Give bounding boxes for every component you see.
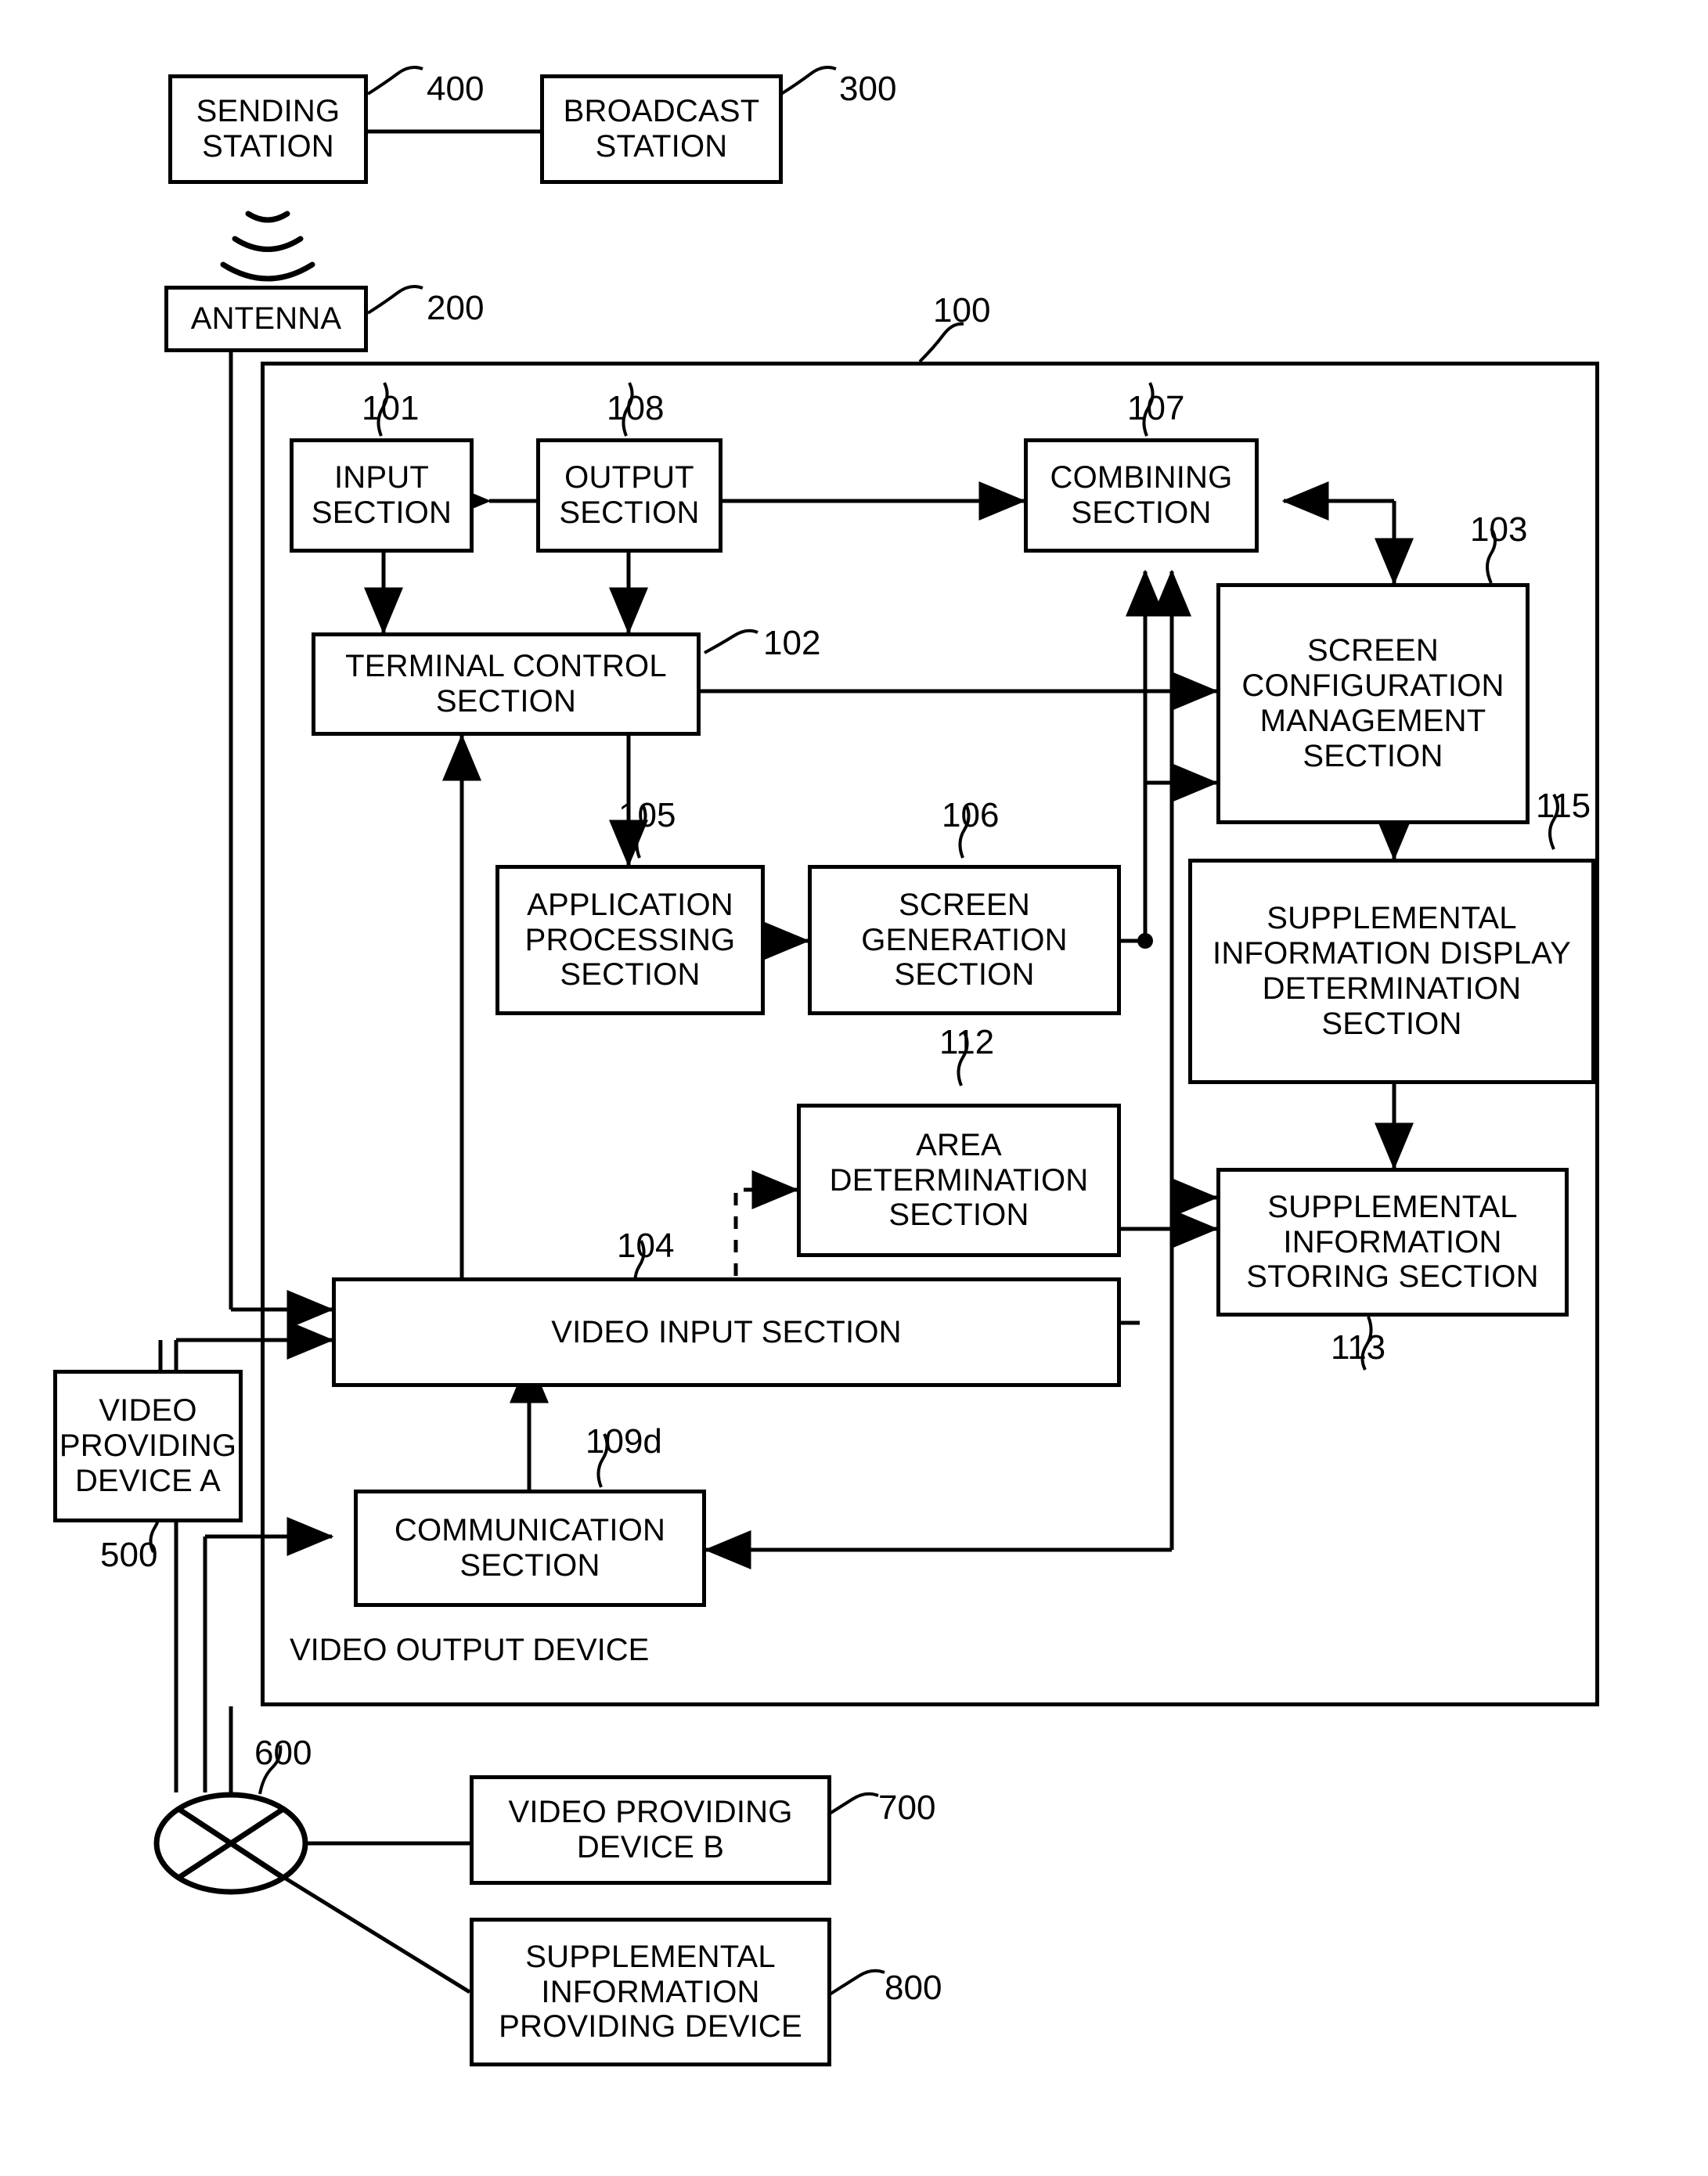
supp-provider-line1: SUPPLEMENTAL xyxy=(525,1939,776,1974)
video-provider-b-line1: VIDEO PROVIDING xyxy=(508,1795,793,1830)
sending-station-line1: SENDING xyxy=(196,94,341,129)
supp-provider-line2: INFORMATION xyxy=(541,1974,760,2009)
block-sending-station[interactable]: SENDING STATION xyxy=(168,74,368,184)
ref-300: 300 xyxy=(839,70,897,108)
combining-section-line2: SECTION xyxy=(1071,495,1212,530)
ref-500: 500 xyxy=(100,1536,158,1574)
block-output-section[interactable]: OUTPUT SECTION xyxy=(536,438,722,553)
supp-storing-line1: SUPPLEMENTAL xyxy=(1267,1189,1518,1224)
screen-config-line2: CONFIGURATION xyxy=(1241,668,1504,704)
ref-115: 115 xyxy=(1536,787,1591,825)
input-section-line1: INPUT xyxy=(333,460,429,495)
block-supplemental-information-display-determination-section[interactable]: SUPPLEMENTAL INFORMATION DISPLAY DETERMI… xyxy=(1188,859,1595,1084)
ref-109d: 109d xyxy=(586,1422,662,1461)
block-input-section[interactable]: INPUT SECTION xyxy=(290,438,474,553)
area-determination-line3: SECTION xyxy=(888,1198,1029,1233)
video-input-label: VIDEO INPUT SECTION xyxy=(551,1314,902,1349)
output-section-line2: SECTION xyxy=(559,495,700,530)
block-communication-section[interactable]: COMMUNICATION SECTION xyxy=(354,1490,706,1607)
block-application-processing-section[interactable]: APPLICATION PROCESSING SECTION xyxy=(495,865,765,1015)
block-screen-configuration-management-section[interactable]: SCREEN CONFIGURATION MANAGEMENT SECTION xyxy=(1216,583,1530,824)
block-video-providing-device-b[interactable]: VIDEO PROVIDING DEVICE B xyxy=(470,1775,831,1885)
diagram-canvas: SENDING STATION 400 BROADCAST STATION 30… xyxy=(0,0,1708,2176)
video-provider-a-line1: VIDEO xyxy=(99,1393,197,1428)
ref-112: 112 xyxy=(939,1023,995,1061)
block-supplemental-information-storing-section[interactable]: SUPPLEMENTAL INFORMATION STORING SECTION xyxy=(1216,1168,1569,1317)
block-area-determination-section[interactable]: AREA DETERMINATION SECTION xyxy=(797,1104,1121,1257)
block-screen-generation-section[interactable]: SCREEN GENERATION SECTION xyxy=(808,865,1121,1015)
app-processing-line2: PROCESSING xyxy=(524,922,736,957)
broadcast-station-line2: STATION xyxy=(595,129,728,164)
block-combining-section[interactable]: COMBINING SECTION xyxy=(1024,438,1259,553)
sending-station-line2: STATION xyxy=(202,129,334,164)
video-provider-a-line3: DEVICE A xyxy=(74,1463,222,1498)
ref-600: 600 xyxy=(254,1734,312,1772)
video-provider-b-line2: DEVICE B xyxy=(576,1830,725,1864)
input-section-line2: SECTION xyxy=(311,495,452,530)
antenna-label: ANTENNA xyxy=(190,301,342,337)
ref-106: 106 xyxy=(942,796,1000,834)
ref-102: 102 xyxy=(763,624,821,662)
app-processing-line3: SECTION xyxy=(560,957,701,993)
screen-config-line3: MANAGEMENT xyxy=(1259,704,1486,738)
block-video-providing-device-a[interactable]: VIDEO PROVIDING DEVICE A xyxy=(53,1370,243,1522)
communication-line2: SECTION xyxy=(459,1548,600,1583)
combining-section-line1: COMBINING xyxy=(1050,460,1233,495)
supp-display-line2: INFORMATION DISPLAY xyxy=(1213,936,1571,971)
terminal-control-line2: SECTION xyxy=(435,684,577,719)
video-provider-a-line2: PROVIDING xyxy=(59,1428,237,1464)
supp-display-line3: DETERMINATION xyxy=(1262,971,1522,1006)
ref-100: 100 xyxy=(933,291,991,330)
communication-line1: COMMUNICATION xyxy=(394,1513,666,1548)
ref-113: 113 xyxy=(1331,1328,1386,1367)
ref-200: 200 xyxy=(427,289,485,327)
supp-display-line4: SECTION xyxy=(1321,1006,1462,1041)
screen-generation-line2: GENERATION xyxy=(861,922,1068,957)
area-determination-line1: AREA xyxy=(916,1127,1002,1162)
screen-config-line4: SECTION xyxy=(1303,738,1443,773)
app-processing-line1: APPLICATION xyxy=(527,887,733,922)
supp-provider-line3: PROVIDING DEVICE xyxy=(499,2009,802,2045)
area-determination-line2: DETERMINATION xyxy=(829,1162,1089,1198)
ref-800: 800 xyxy=(885,1969,942,2007)
ref-104: 104 xyxy=(617,1227,675,1265)
video-output-device-label: VIDEO OUTPUT DEVICE xyxy=(290,1633,650,1667)
supp-storing-line2: INFORMATION xyxy=(1283,1224,1502,1259)
supp-storing-line3: STORING SECTION xyxy=(1246,1259,1539,1295)
screen-config-line1: SCREEN xyxy=(1307,633,1439,668)
block-broadcast-station[interactable]: BROADCAST STATION xyxy=(540,74,783,184)
ref-105: 105 xyxy=(618,796,676,834)
screen-generation-line1: SCREEN xyxy=(899,887,1030,922)
output-section-line1: OUTPUT xyxy=(564,460,694,495)
block-antenna[interactable]: ANTENNA xyxy=(164,286,368,352)
terminal-control-line1: TERMINAL CONTROL xyxy=(345,649,667,684)
ref-400: 400 xyxy=(427,70,485,108)
screen-generation-line3: SECTION xyxy=(894,957,1035,993)
ref-107: 107 xyxy=(1127,389,1185,427)
block-supplemental-information-providing-device[interactable]: SUPPLEMENTAL INFORMATION PROVIDING DEVIC… xyxy=(470,1918,831,2066)
ref-101: 101 xyxy=(362,389,420,427)
ref-700: 700 xyxy=(878,1789,936,1827)
ref-108: 108 xyxy=(607,389,665,427)
supp-display-line1: SUPPLEMENTAL xyxy=(1267,901,1517,936)
block-video-input-section[interactable]: VIDEO INPUT SECTION xyxy=(332,1277,1121,1387)
ref-103: 103 xyxy=(1470,510,1528,549)
block-terminal-control-section[interactable]: TERMINAL CONTROL SECTION xyxy=(312,632,701,736)
broadcast-station-line1: BROADCAST xyxy=(563,94,760,129)
